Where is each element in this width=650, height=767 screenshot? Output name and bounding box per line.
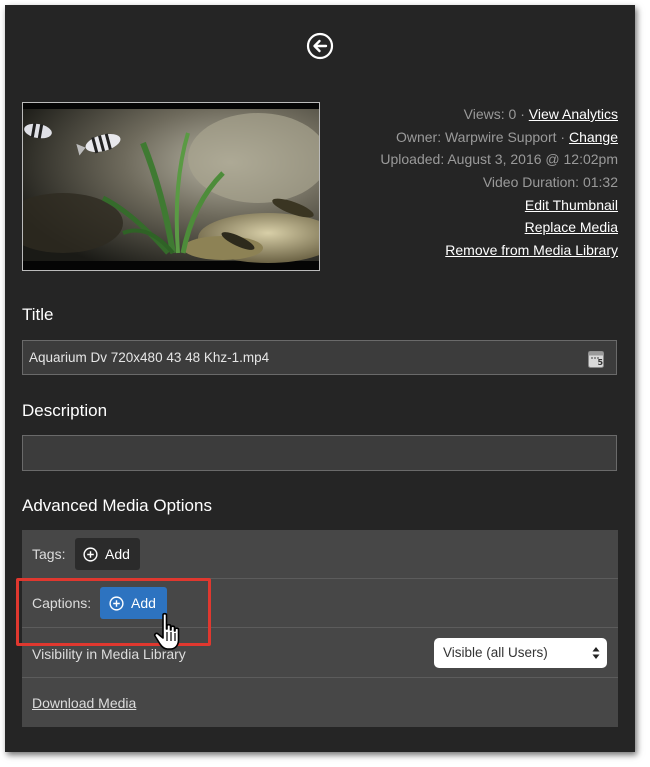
uploaded-row: Uploaded: August 3, 2016 @ 12:02pm bbox=[380, 151, 618, 168]
replace-media-link[interactable]: Replace Media bbox=[525, 219, 618, 235]
tags-row: Tags: Add bbox=[22, 530, 618, 579]
views-text: Views: 0 · bbox=[463, 106, 529, 122]
views-row: Views: 0 · View Analytics bbox=[380, 103, 618, 126]
add-caption-label: Add bbox=[131, 595, 156, 611]
description-field bbox=[22, 435, 617, 471]
plus-circle-icon bbox=[109, 595, 124, 611]
calendar-icon[interactable]: 5 bbox=[588, 350, 604, 368]
visibility-select[interactable]: Visible (all Users) bbox=[434, 638, 607, 668]
media-details-panel: Views: 0 · View Analytics Owner: Warpwir… bbox=[5, 5, 635, 752]
remove-from-library-link[interactable]: Remove from Media Library bbox=[445, 242, 618, 258]
duration-row: Video Duration: 01:32 bbox=[482, 174, 618, 191]
advanced-options-label: Advanced Media Options bbox=[22, 496, 212, 515]
owner-text: Owner: Warpwire Support · bbox=[395, 128, 569, 145]
download-row: Download Media bbox=[22, 678, 618, 727]
title-input[interactable] bbox=[23, 341, 616, 374]
download-media-link[interactable]: Download Media bbox=[32, 695, 136, 711]
tags-label: Tags: bbox=[32, 546, 66, 562]
description-label: Description bbox=[22, 401, 108, 420]
hand-pointer-icon bbox=[153, 612, 180, 650]
back-button[interactable] bbox=[306, 32, 334, 60]
add-tag-label: Add bbox=[105, 546, 130, 562]
title-field: 5 bbox=[22, 340, 617, 375]
video-thumbnail[interactable] bbox=[22, 102, 320, 271]
view-analytics-link[interactable]: View Analytics bbox=[529, 106, 618, 122]
title-label: Title bbox=[22, 305, 54, 324]
svg-text:5: 5 bbox=[598, 358, 604, 367]
edit-thumbnail-link[interactable]: Edit Thumbnail bbox=[525, 197, 618, 213]
captions-row: Captions: Add bbox=[22, 579, 618, 628]
captions-label: Captions: bbox=[32, 595, 92, 611]
media-metadata: Views: 0 · View Analytics Owner: Warpwir… bbox=[380, 103, 618, 262]
aquarium-thumbnail-image bbox=[23, 103, 319, 270]
visibility-row: Visibility in Media Library Visible (all… bbox=[22, 628, 618, 678]
select-arrows-icon bbox=[592, 647, 600, 659]
description-input[interactable] bbox=[23, 436, 616, 470]
plus-circle-icon bbox=[83, 546, 98, 562]
visibility-selected-value: Visible (all Users) bbox=[443, 645, 548, 660]
add-tag-button[interactable]: Add bbox=[75, 538, 140, 570]
change-owner-link[interactable]: Change bbox=[569, 129, 618, 145]
owner-row: Owner: Warpwire Support · Change bbox=[380, 126, 618, 149]
arrow-left-circle-icon bbox=[306, 32, 334, 60]
